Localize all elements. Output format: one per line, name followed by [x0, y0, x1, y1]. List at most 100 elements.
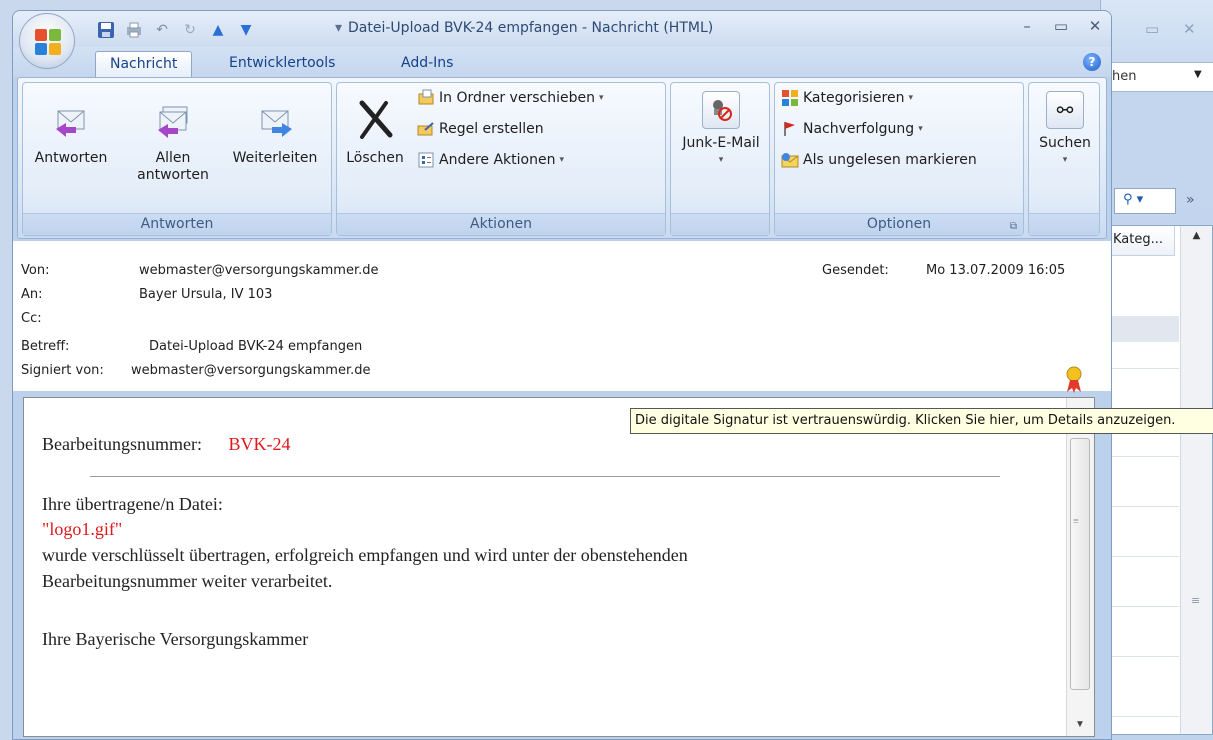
bg-scroll-grip-icon: ≡: [1191, 594, 1201, 607]
signed-by-value: webmaster@versorgungskammer.de: [131, 363, 371, 378]
to-label: An:: [21, 287, 43, 302]
create-rule-button[interactable]: Regel erstellen: [417, 120, 544, 140]
delete-x-icon: [359, 100, 393, 139]
tab-entwicklertools[interactable]: Entwicklertools: [215, 51, 349, 77]
reply-all-label-2: antworten: [137, 167, 209, 183]
bg-dropdown-icon[interactable]: ▼: [1194, 69, 1202, 80]
next-item-icon[interactable]: ▼: [237, 21, 255, 39]
group-suchen: ⚯ Suchen ▾: [1028, 82, 1100, 236]
followup-label: Nachverfolgung: [803, 121, 915, 137]
categorize-label: Kategorisieren: [803, 90, 905, 106]
body-signoff: Ihre Bayerische Versorgungskammer: [42, 629, 309, 649]
reply-button[interactable]: Antworten: [25, 103, 117, 167]
other-actions-dropdown-icon: ▾: [559, 155, 564, 165]
group-label-antworten: Antworten: [23, 213, 331, 235]
categorize-dropdown-icon: ▾: [908, 93, 913, 103]
bg-column-header[interactable]: Kateg...: [1109, 226, 1175, 256]
other-actions-label: Andere Aktionen: [439, 152, 556, 168]
close-icon[interactable]: ✕: [1085, 17, 1105, 35]
rule-label: Regel erstellen: [439, 121, 544, 137]
file-intro: Ihre übertragene/n Datei:: [42, 494, 223, 514]
quick-access-toolbar: ↶ ↻ ▲ ▼: [97, 19, 255, 41]
bg-message-list: Kateg... ▲ ≡: [1108, 225, 1213, 735]
message-header: Von: webmaster@versorgungskammer.de An: …: [13, 241, 1111, 391]
redo-icon[interactable]: ↻: [181, 21, 199, 39]
message-window: ↶ ↻ ▲ ▼ ▾ Datei-Upload BVK-24 empfangen -…: [12, 10, 1112, 740]
dialog-launcher-icon[interactable]: ⧉: [1010, 221, 1017, 232]
bg-selected-row[interactable]: [1109, 316, 1179, 342]
tab-add-ins[interactable]: Add-Ins: [387, 51, 467, 77]
categorize-icon: [782, 90, 798, 106]
junk-button-frame: [702, 91, 740, 129]
bg-search-text: hen: [1112, 69, 1137, 84]
junk-mail-icon: [713, 100, 732, 121]
reply-all-icon: [158, 106, 188, 138]
bg-scrollbar[interactable]: ▲ ≡: [1180, 226, 1212, 734]
ribbon: Antworten Allen antworten Weiterleiten A…: [17, 77, 1107, 239]
scroll-thumb[interactable]: [1070, 438, 1090, 690]
signature-tooltip: Die digitale Signatur ist vertrauenswürd…: [630, 408, 1213, 434]
minimize-icon[interactable]: –: [1017, 17, 1037, 35]
office-button[interactable]: [19, 13, 75, 69]
body-line-1: wurde verschlüsselt übertragen, erfolgre…: [42, 545, 688, 565]
other-actions-button[interactable]: Andere Aktionen ▾: [417, 151, 564, 171]
tab-nachricht[interactable]: Nachricht: [95, 51, 193, 77]
save-icon[interactable]: [97, 21, 115, 39]
mark-unread-button[interactable]: Als ungelesen markieren: [781, 151, 977, 171]
bg-expand-icon[interactable]: »: [1186, 192, 1195, 208]
body-line-2: Bearbeitungsnummer weiter verarbeitet.: [42, 571, 333, 591]
group-label-optionen: Optionen: [775, 213, 1023, 235]
print-icon[interactable]: [125, 21, 143, 39]
rule-icon: [417, 122, 434, 136]
to-value[interactable]: Bayer Ursula, IV 103: [139, 287, 272, 302]
ribbon-tabs: Nachricht Entwicklertools Add-Ins ?: [13, 47, 1111, 77]
message-body[interactable]: Bearbeitungsnummer: BVK-24 Ihre übertrag…: [23, 397, 1095, 737]
group-label-suchen: [1029, 213, 1099, 235]
forward-label: Weiterleiten: [232, 150, 318, 166]
qat-customize-icon[interactable]: ▾: [335, 20, 342, 36]
find-button[interactable]: ⚯ Suchen ▾: [1031, 91, 1099, 169]
forward-button[interactable]: Weiterleiten: [223, 103, 327, 167]
delete-button[interactable]: Löschen: [341, 99, 409, 167]
followup-dropdown-icon: ▾: [918, 124, 923, 134]
forward-icon: [261, 110, 292, 137]
window-title-text: Datei-Upload BVK-24 empfangen - Nachrich…: [348, 20, 714, 36]
junk-mail-button[interactable]: Junk-E-Mail ▾: [673, 91, 769, 169]
mark-unread-label: Als ungelesen markieren: [803, 152, 977, 168]
scroll-down-icon[interactable]: ▼: [1075, 719, 1085, 730]
delete-label: Löschen: [346, 150, 404, 166]
bg-find-bar: ⚲ ▾ »: [1108, 188, 1213, 214]
window-controls: – ▭ ✕: [1017, 17, 1105, 35]
find-dropdown-icon: ▾: [1062, 155, 1068, 165]
subject-value: Datei-Upload BVK-24 empfangen: [149, 339, 363, 354]
followup-button[interactable]: Nachverfolgung ▾: [781, 120, 923, 140]
group-antworten: Antworten Allen antworten Weiterleiten A…: [22, 82, 332, 236]
group-junk: Junk-E-Mail ▾: [670, 82, 770, 236]
previous-item-icon[interactable]: ▲: [209, 21, 227, 39]
sent-value: Mo 13.07.2009 16:05: [926, 263, 1066, 278]
body-scrollbar[interactable]: ≡ ▼: [1066, 398, 1094, 736]
file-name: "logo1.gif": [42, 519, 123, 539]
title-bar[interactable]: ↶ ↻ ▲ ▼ ▾ Datei-Upload BVK-24 empfangen -…: [13, 11, 1111, 47]
bg-search-icon[interactable]: ⚲ ▾: [1114, 188, 1176, 214]
reply-all-label-1: Allen: [155, 150, 191, 166]
categorize-button[interactable]: Kategorisieren ▾: [781, 89, 913, 109]
bg-search-row[interactable]: hen ▼: [1100, 62, 1213, 92]
bg-maximize-icon[interactable]: ▭: [1145, 20, 1159, 38]
from-label: Von:: [21, 263, 50, 278]
undo-icon[interactable]: ↶: [153, 21, 171, 39]
from-value[interactable]: webmaster@versorgungskammer.de: [139, 263, 378, 278]
move-to-folder-button[interactable]: In Ordner verschieben ▾: [417, 89, 604, 109]
bg-scroll-up-icon[interactable]: ▲: [1181, 230, 1212, 241]
body-divider: [90, 476, 1000, 477]
maximize-icon[interactable]: ▭: [1051, 17, 1071, 35]
reference-line: Bearbeitungsnummer: BVK-24: [42, 434, 290, 455]
signature-icon[interactable]: [1061, 365, 1087, 395]
help-icon[interactable]: ?: [1083, 53, 1101, 71]
group-aktionen: Löschen In Ordner verschieben ▾ Regel ers…: [336, 82, 666, 236]
reply-label: Antworten: [34, 150, 108, 166]
mark-unread-icon: [781, 153, 799, 168]
bg-close-icon[interactable]: ✕: [1183, 20, 1196, 38]
reply-all-button[interactable]: Allen antworten: [123, 103, 223, 184]
move-folder-icon: [418, 89, 434, 105]
